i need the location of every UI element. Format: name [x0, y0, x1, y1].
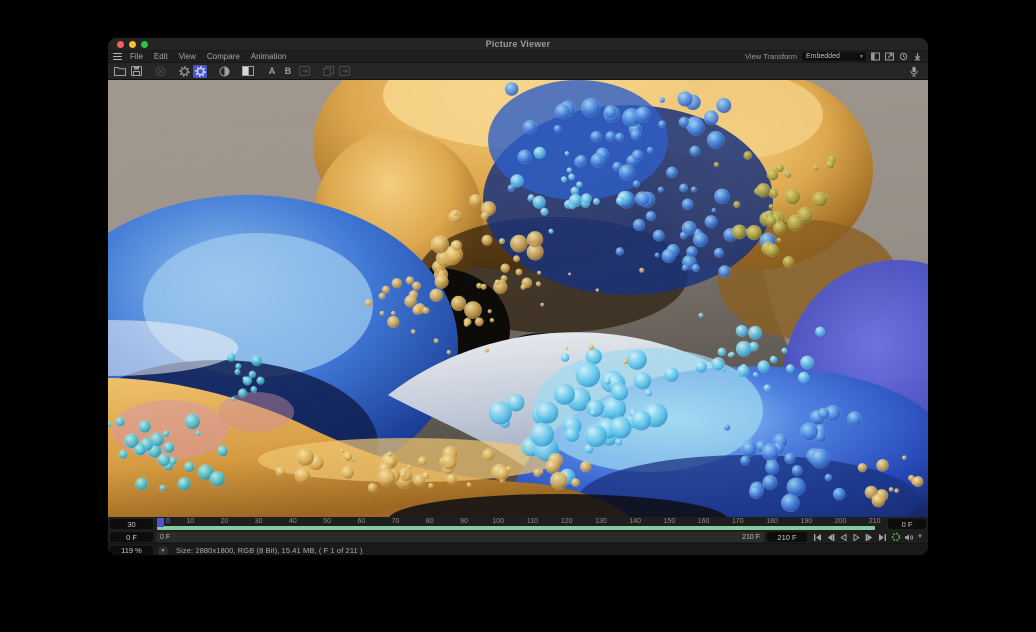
ruler-tick-label: 30 — [255, 518, 263, 525]
open-file-button[interactable] — [113, 65, 127, 78]
popout-window-icon[interactable] — [885, 52, 894, 61]
framerate-field[interactable]: 30 — [110, 519, 153, 529]
transport-controls: ▼ — [810, 532, 926, 542]
image-canvas[interactable] — [108, 80, 928, 517]
view-transform-dropdown[interactable]: Embedded ▼ — [802, 52, 866, 61]
sound-record-icon[interactable] — [907, 65, 921, 78]
render-settings-button[interactable] — [177, 65, 191, 78]
ruler-tick-label: 210 — [869, 518, 881, 525]
ruler-tick-label: 40 — [289, 518, 297, 525]
title-bar[interactable]: Picture Viewer — [108, 38, 928, 51]
ab-compare-button[interactable] — [241, 65, 255, 78]
traffic-lights — [117, 41, 148, 48]
range-start-field[interactable]: 0 F — [110, 532, 153, 542]
copy-image-button — [321, 65, 335, 78]
ruler-tick-label: 200 — [835, 518, 847, 525]
panel-toggle-icon[interactable] — [871, 52, 880, 61]
minimize-window-button[interactable] — [129, 41, 136, 48]
paste-image-button — [337, 65, 351, 78]
zoom-window-button[interactable] — [141, 41, 148, 48]
menu-file[interactable]: File — [130, 52, 143, 61]
timeline-panel: 30 0 10 20 30 40 50 60 70 80 90 100 110 120 130 140 15… — [108, 517, 928, 555]
ruler-tick-label: 100 — [492, 518, 504, 525]
ruler-tick-label: 130 — [595, 518, 607, 525]
menu-bar: File Edit View Compare Animation View Tr… — [108, 51, 928, 63]
next-frame-button[interactable] — [864, 532, 875, 542]
close-window-button[interactable] — [117, 41, 124, 48]
swap-ab-button — [297, 65, 311, 78]
menu-view[interactable]: View — [179, 52, 196, 61]
save-image-button[interactable] — [129, 65, 143, 78]
current-frame-field[interactable]: 0 F — [888, 519, 926, 529]
ruler-tick-label: 180 — [766, 518, 778, 525]
ruler-tick-label: 150 — [664, 518, 676, 525]
preview-range-bar[interactable] — [157, 526, 875, 530]
display-settings-button[interactable] — [193, 65, 207, 78]
desktop: Picture Viewer File Edit View Compare An… — [0, 0, 1036, 632]
menu-compare[interactable]: Compare — [207, 52, 240, 61]
chevron-down-icon: ▼ — [859, 54, 864, 60]
range-end-field[interactable]: 210 F — [767, 532, 807, 542]
ruler-tick-label: 10 — [186, 518, 194, 525]
preview-range-slider[interactable]: 0 F 210 F — [156, 532, 764, 542]
window-title: Picture Viewer — [486, 39, 551, 49]
ruler-tick-label: 20 — [221, 518, 229, 525]
picture-viewer-window: Picture Viewer File Edit View Compare An… — [108, 38, 928, 555]
ruler-tick-label: 60 — [357, 518, 365, 525]
play-backward-button[interactable] — [838, 532, 849, 542]
goto-end-button[interactable] — [877, 532, 888, 542]
set-a-button[interactable]: A — [269, 66, 276, 76]
stop-render-button — [153, 65, 167, 78]
render-history-icon[interactable] — [899, 52, 908, 61]
ruler-tick-label: 80 — [426, 518, 434, 525]
set-b-button[interactable]: B — [285, 66, 292, 76]
ruler-tick-label: 110 — [527, 518, 538, 525]
playhead[interactable] — [157, 518, 164, 527]
range-slider-end-label: 210 F — [742, 534, 760, 541]
zoom-level-field[interactable]: 119 % — [110, 546, 153, 556]
ruler-tick-label: 190 — [800, 518, 812, 525]
goto-start-button[interactable] — [812, 532, 823, 542]
frame-ruler[interactable]: 0 10 20 30 40 50 60 70 80 90 100 110 120 130 140 150 16… — [156, 517, 885, 531]
ruler-tick-label: 70 — [392, 518, 400, 525]
image-info-text: Size: 2880x1800, RGB (8 Bit), 15.41 MB, … — [176, 546, 363, 555]
ruler-tick-label: 50 — [323, 518, 331, 525]
rendered-image — [108, 80, 928, 517]
range-slider-start-label: 0 F — [160, 534, 170, 541]
play-forward-button[interactable] — [851, 532, 862, 542]
view-transform-value: Embedded — [806, 53, 840, 60]
view-transform-label: View Transform — [745, 52, 797, 61]
zoom-dropdown-button[interactable]: ▼ — [158, 546, 168, 556]
menu-edit[interactable]: Edit — [154, 52, 168, 61]
ruler-tick-label: 120 — [561, 518, 573, 525]
ruler-tick-label: 170 — [732, 518, 744, 525]
playback-options-caret[interactable]: ▼ — [916, 534, 924, 540]
pin-viewer-icon[interactable] — [913, 52, 922, 61]
loop-playback-button[interactable] — [890, 532, 901, 542]
ruler-tick-label: 140 — [629, 518, 641, 525]
playhead-frame-label: 0 — [166, 518, 170, 525]
toolbar: A B — [108, 63, 928, 80]
ruler-tick-label: 160 — [698, 518, 710, 525]
sound-toggle-button[interactable] — [903, 532, 914, 542]
filter-contrast-button[interactable] — [217, 65, 231, 78]
menu-animation[interactable]: Animation — [251, 52, 287, 61]
previous-frame-button[interactable] — [825, 532, 836, 542]
ruler-tick-label: 90 — [460, 518, 468, 525]
hamburger-menu-icon[interactable] — [113, 53, 122, 60]
